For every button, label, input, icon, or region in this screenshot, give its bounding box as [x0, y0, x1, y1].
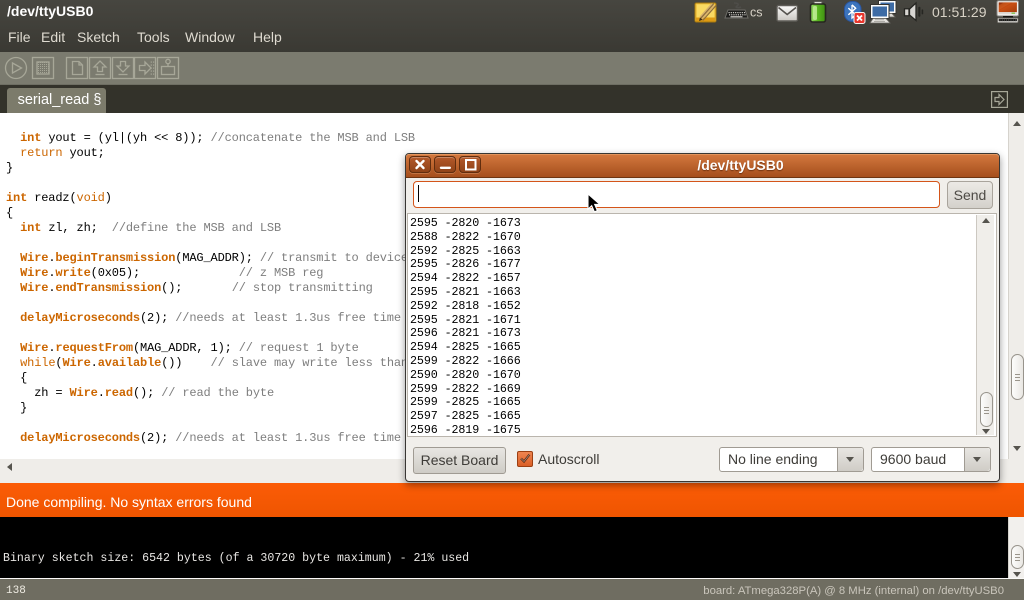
svg-text:cs: cs: [750, 6, 763, 20]
